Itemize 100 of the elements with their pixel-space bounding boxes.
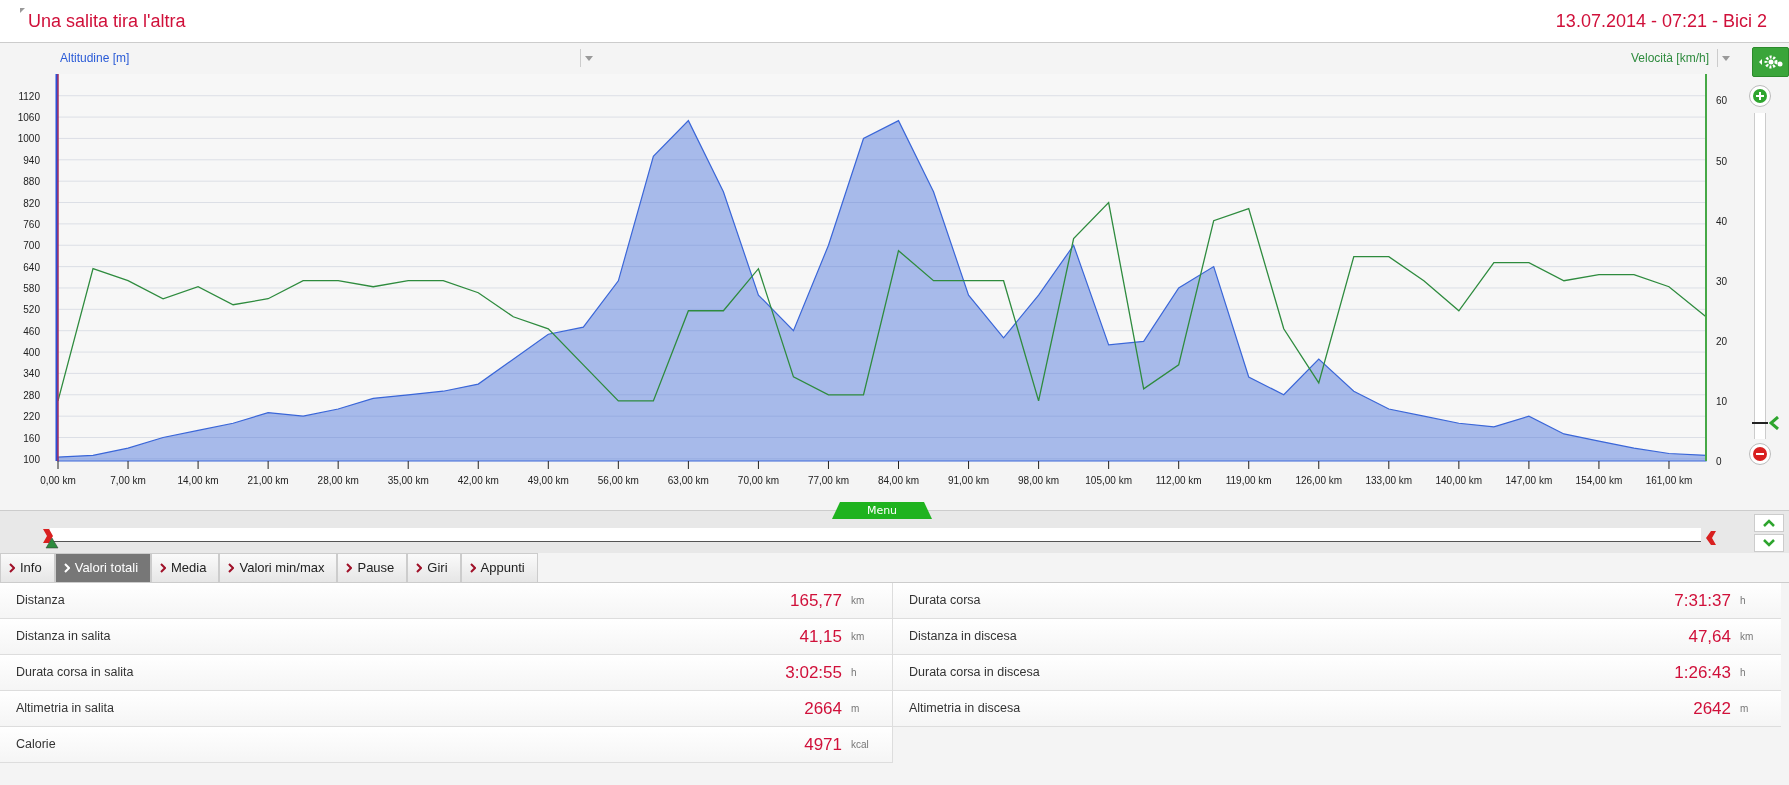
chevron-right-icon [416, 563, 423, 573]
pointer-icon [1768, 415, 1779, 430]
minus-icon [1752, 447, 1767, 461]
tab[interactable]: Valori min/max [219, 553, 338, 582]
range-end-handle-icon [1705, 528, 1717, 547]
stat-unit: km [850, 594, 866, 608]
axis-tick-label: 161,00 km [1645, 475, 1693, 486]
axis-tick-label: 28,00 km [317, 475, 359, 486]
axis-tick-label: 112,00 km [1155, 475, 1202, 486]
axis-tick-label: 140,00 km [1435, 475, 1483, 486]
settings-button[interactable] [1752, 47, 1789, 77]
scroll-down-button[interactable] [1754, 534, 1784, 552]
tab[interactable]: Giri [407, 553, 461, 582]
axis-tick-label: 84,00 km [877, 475, 920, 486]
stat-label: Durata corsa in salita [16, 664, 134, 682]
stat-value: 3:02:55 [785, 661, 842, 684]
axis-tick-label: 147,00 km [1505, 475, 1553, 486]
stat-unit: h [1739, 666, 1747, 680]
axis-tick-label: 14,00 km [177, 475, 219, 486]
stat-value: 1:26:43 [1674, 661, 1731, 684]
stat-value: 2642 [1693, 697, 1731, 720]
chevron-up-icon [1763, 519, 1775, 527]
axis-tick-label: 1000 [17, 133, 40, 145]
tab[interactable]: Media [151, 553, 220, 582]
zoom-out-button[interactable] [1748, 443, 1771, 465]
axis-tick-label: 49,00 km [527, 475, 569, 486]
chevron-right-icon [63, 563, 70, 573]
zoom-slider-thumb[interactable] [1751, 421, 1768, 424]
axis-tick-label: 35,00 km [387, 475, 429, 486]
stat-unit: km [1739, 630, 1755, 644]
chevron-right-icon [160, 563, 167, 573]
axis-tick-label: 400 [23, 347, 40, 359]
stat-value: 47,64 [1688, 625, 1731, 648]
scroll-up-button[interactable] [1754, 514, 1784, 532]
stat-label: Durata corsa in discesa [909, 664, 1040, 682]
axis-tick-label: 100 [23, 453, 40, 465]
stat-label: Distanza in discesa [909, 628, 1017, 646]
plus-icon [1752, 89, 1767, 103]
stat-label: Altimetria in salita [16, 700, 114, 718]
axis-tick-label: 640 [23, 261, 40, 273]
axis-tick-label: 940 [23, 154, 40, 166]
axis-tick-label: 91,00 km [948, 475, 990, 486]
chevron-right-icon [469, 563, 476, 573]
axis-tick-label: 1120 [18, 90, 40, 102]
axis-tick-label: 1060 [17, 112, 40, 124]
axis-tick-label: 460 [23, 325, 40, 337]
ride-info: 13.07.2014 - 07:21 - Bici 2 [1555, 9, 1767, 33]
chevron-right-icon [346, 563, 353, 573]
stat-unit: h [850, 666, 858, 680]
stat-label: Altimetria in discesa [909, 700, 1021, 718]
axis-tick-label: 220 [23, 411, 40, 423]
tab[interactable]: Appunti [460, 553, 538, 582]
axis-tick-label: 56,00 km [597, 475, 639, 486]
axis-tick-label: 40 [1716, 215, 1728, 227]
axis-tick-label: 60 [1716, 95, 1728, 107]
axis-tick-label: 30 [1716, 275, 1728, 287]
chevron-right-icon [228, 563, 235, 573]
tab[interactable]: Valori totali [54, 553, 152, 582]
speed-axis-label: Velocità [km/h] [1630, 49, 1709, 67]
axis-tick-label: 760 [23, 218, 40, 230]
stat-unit: m [1739, 702, 1750, 716]
corner-mark-icon [20, 8, 25, 13]
axis-tick-label: 0 [1716, 456, 1722, 467]
axis-tick-label: 119,00 km [1225, 475, 1272, 486]
axis-tick-label: 700 [23, 240, 40, 252]
chevron-right-icon [9, 563, 15, 573]
axis-tick-label: 280 [23, 389, 40, 401]
altitude-axis-label: Altitudine [m] [60, 49, 131, 67]
stat-unit: kcal [850, 738, 870, 752]
axis-tick-label: 63,00 km [667, 475, 709, 486]
axis-tick-label: 50 [1716, 155, 1728, 167]
stat-value: 7:31:37 [1674, 589, 1731, 612]
chevron-down-icon [1763, 539, 1775, 547]
axis-tick-label: 126,00 km [1295, 475, 1343, 486]
axis-tick-label: 820 [23, 197, 40, 209]
axis-tick-label: 70,00 km [737, 475, 779, 486]
stat-label: Durata corsa [909, 592, 981, 610]
stat-value: 4971 [804, 733, 842, 756]
axis-tick-label: 133,00 km [1365, 475, 1413, 486]
axis-tick-label: 154,00 km [1575, 475, 1623, 486]
stat-label: Calorie [16, 736, 56, 754]
ride-title: Una salita tira l'altra [28, 9, 186, 33]
caret-icon [585, 55, 593, 61]
stat-value: 41,15 [799, 625, 842, 648]
axis-tick-label: 520 [23, 304, 40, 316]
stat-unit: m [850, 702, 861, 716]
caret-icon [1722, 55, 1730, 61]
tab[interactable]: Pause [337, 553, 408, 582]
stat-label: Distanza in salita [16, 628, 111, 646]
stat-unit: h [1739, 594, 1747, 608]
tab[interactable]: Info [0, 553, 55, 582]
axis-tick-label: 580 [23, 282, 40, 294]
stat-value: 2664 [804, 697, 842, 720]
axis-tick-label: 7,00 km [110, 475, 146, 486]
axis-tick-label: 10 [1716, 395, 1728, 407]
stat-unit: km [850, 630, 866, 644]
axis-tick-label: 21,00 km [247, 475, 289, 486]
zoom-in-button[interactable] [1748, 85, 1771, 107]
axis-tick-label: 77,00 km [807, 475, 850, 486]
axis-tick-label: 42,00 km [457, 475, 499, 486]
